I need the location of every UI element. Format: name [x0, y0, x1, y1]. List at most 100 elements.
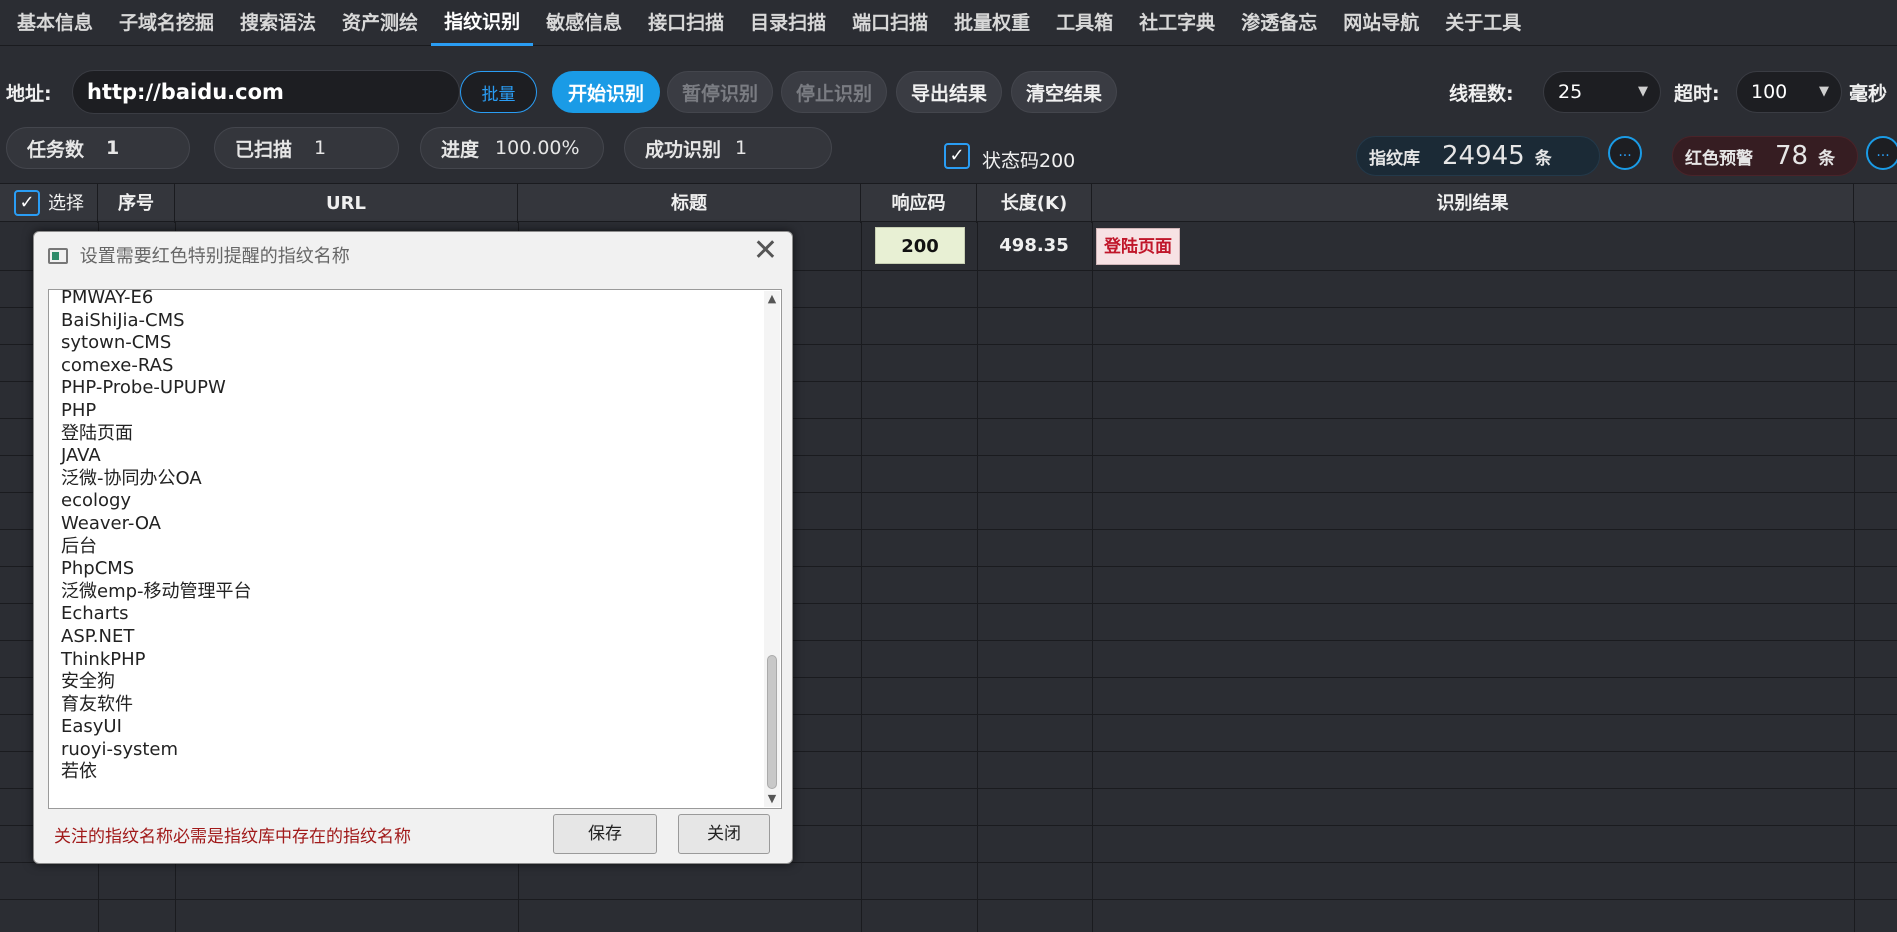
red-alert-value: 78 [1775, 141, 1809, 171]
nav-item-2[interactable]: 搜索语法 [227, 0, 329, 46]
library-label: 指纹库 [1369, 148, 1420, 169]
library-value: 24945 [1442, 141, 1525, 171]
list-item[interactable]: ThinkPHP [61, 649, 751, 672]
status200-label: 状态码200 [982, 150, 1076, 172]
list-item[interactable]: PHP-Probe-UPUPW [61, 377, 751, 400]
list-item[interactable]: PMWAY-E6 [61, 290, 751, 310]
timeout-label: 超时: [1674, 83, 1720, 105]
list-item[interactable]: Echarts [61, 603, 751, 626]
chevron-down-icon[interactable]: ▼ [764, 791, 780, 807]
list-item[interactable]: 育友软件 [61, 694, 751, 717]
nav-item-4[interactable]: 指纹识别 [431, 0, 534, 46]
table-header: ✓ 选择 序号 URL 标题 响应码 长度(K) 识别结果 [0, 183, 1897, 223]
select-all-checkbox[interactable]: ✓ [14, 190, 40, 216]
list-item[interactable]: 登陆页面 [61, 423, 751, 446]
list-item[interactable]: ruoyi-system [61, 739, 751, 762]
list-item[interactable]: 安全狗 [61, 671, 751, 694]
list-item[interactable]: 泛微emp-移动管理平台 [61, 581, 751, 604]
result-column-header[interactable]: 识别结果 [1092, 184, 1854, 223]
scanned-stat: 已扫描 1 [214, 127, 399, 169]
progress-stat: 进度 100.00% [420, 127, 604, 169]
red-alert-more-button[interactable]: ... [1866, 136, 1897, 170]
title-column-header[interactable]: 标题 [518, 184, 861, 223]
nav-item-7[interactable]: 目录扫描 [737, 0, 839, 46]
address-input[interactable]: http://baidu.com [72, 70, 460, 114]
index-column-header[interactable]: 序号 [98, 184, 175, 223]
red-alert-settings-dialog: 设置需要红色特别提醒的指纹名称 ✕ PMWAY-E6 BaiShiJia-CMS s… [33, 231, 793, 864]
list-item[interactable]: ecology [61, 490, 751, 513]
list-item[interactable]: JAVA [61, 445, 751, 468]
nav-item-10[interactable]: 工具箱 [1043, 0, 1126, 46]
result-tag: 登陆页面 [1096, 228, 1180, 265]
length-cell: 498.35 [999, 235, 1069, 256]
fingerprint-name-list[interactable]: PMWAY-E6 BaiShiJia-CMS sytown-CMS comexe-RA… [48, 289, 782, 809]
length-column-header[interactable]: 长度(K) [977, 184, 1092, 223]
stop-recognition-button[interactable]: 停止识别 [781, 71, 887, 113]
task-count-label: 任务数 [27, 138, 85, 161]
milliseconds-label: 毫秒 [1849, 83, 1888, 105]
scanned-value: 1 [314, 137, 327, 159]
nav-item-6[interactable]: 接口扫描 [635, 0, 737, 46]
address-label: 地址: [6, 83, 52, 105]
nav-item-5[interactable]: 敏感信息 [533, 0, 635, 46]
list-item[interactable]: BaiShiJia-CMS [61, 310, 751, 333]
list-item[interactable]: sytown-CMS [61, 332, 751, 355]
nav-item-11[interactable]: 社工字典 [1126, 0, 1228, 46]
success-stat: 成功识别 1 [624, 127, 832, 169]
clear-results-button[interactable]: 清空结果 [1011, 71, 1117, 113]
nav-item-0[interactable]: 基本信息 [4, 0, 106, 46]
list-scrollbar[interactable]: ▲ ▼ [764, 291, 780, 807]
task-count-stat: 任务数 1 [6, 127, 190, 169]
list-item[interactable]: 后台 [61, 536, 751, 559]
list-item[interactable]: comexe-RAS [61, 355, 751, 378]
row-divider [0, 899, 1897, 900]
list-item[interactable]: 泛微-协同办公OA [61, 468, 751, 491]
list-item[interactable]: PHP [61, 400, 751, 423]
nav-item-13[interactable]: 网站导航 [1330, 0, 1432, 46]
library-unit: 条 [1534, 148, 1552, 169]
start-recognition-button[interactable]: 开始识别 [552, 71, 660, 113]
nav-item-3[interactable]: 资产测绘 [329, 0, 431, 46]
dialog-note: 关注的指纹名称必需是指纹库中存在的指纹名称 [54, 827, 411, 847]
task-count-value: 1 [106, 137, 120, 159]
url-column-header[interactable]: URL [175, 184, 518, 223]
status200-checkbox[interactable]: ✓ [944, 143, 970, 169]
red-alert-unit: 条 [1818, 148, 1836, 169]
export-results-button[interactable]: 导出结果 [896, 71, 1002, 113]
timeout-value: 100 [1751, 81, 1788, 103]
library-more-button[interactable]: ... [1608, 136, 1642, 170]
fingerprint-name-items: PMWAY-E6 BaiShiJia-CMS sytown-CMS comexe-RA… [61, 290, 751, 784]
nav-item-9[interactable]: 批量权重 [941, 0, 1043, 46]
batch-button[interactable]: 批量 [460, 71, 537, 113]
list-item[interactable]: 若依 [61, 761, 751, 784]
chevron-up-icon[interactable]: ▲ [764, 291, 780, 307]
pause-recognition-button[interactable]: 暂停识别 [667, 71, 773, 113]
list-item[interactable]: ASP.NET [61, 626, 751, 649]
window-icon [48, 248, 68, 264]
threads-label: 线程数: [1449, 83, 1514, 105]
dialog-title: 设置需要红色特别提醒的指纹名称 [48, 242, 350, 268]
select-column-header[interactable]: ✓ 选择 [0, 184, 98, 223]
red-alert-label: 红色预警 [1685, 148, 1753, 169]
nav-item-1[interactable]: 子域名挖掘 [106, 0, 227, 46]
progress-value: 100.00% [495, 137, 580, 159]
chevron-down-icon: ▼ [1819, 84, 1829, 99]
nav-item-14[interactable]: 关于工具 [1432, 0, 1534, 46]
chevron-down-icon: ▼ [1638, 84, 1648, 99]
response-code-column-header[interactable]: 响应码 [861, 184, 977, 223]
timeout-select[interactable]: 100 ▼ [1736, 71, 1842, 113]
list-item[interactable]: Weaver-OA [61, 513, 751, 536]
list-item[interactable]: EasyUI [61, 716, 751, 739]
close-icon[interactable]: ✕ [753, 236, 778, 266]
progress-label: 进度 [441, 138, 480, 161]
save-button[interactable]: 保存 [553, 814, 657, 854]
nav-item-8[interactable]: 端口扫描 [839, 0, 941, 46]
dialog-title-text: 设置需要红色特别提醒的指纹名称 [79, 246, 350, 267]
scrollbar-thumb[interactable] [767, 655, 777, 789]
list-item[interactable]: PhpCMS [61, 558, 751, 581]
threads-value: 25 [1558, 81, 1583, 103]
threads-select[interactable]: 25 ▼ [1543, 71, 1661, 113]
close-button[interactable]: 关闭 [678, 814, 770, 854]
red-alert-count: 红色预警 78 条 [1672, 136, 1858, 176]
nav-item-12[interactable]: 渗透备忘 [1228, 0, 1330, 46]
